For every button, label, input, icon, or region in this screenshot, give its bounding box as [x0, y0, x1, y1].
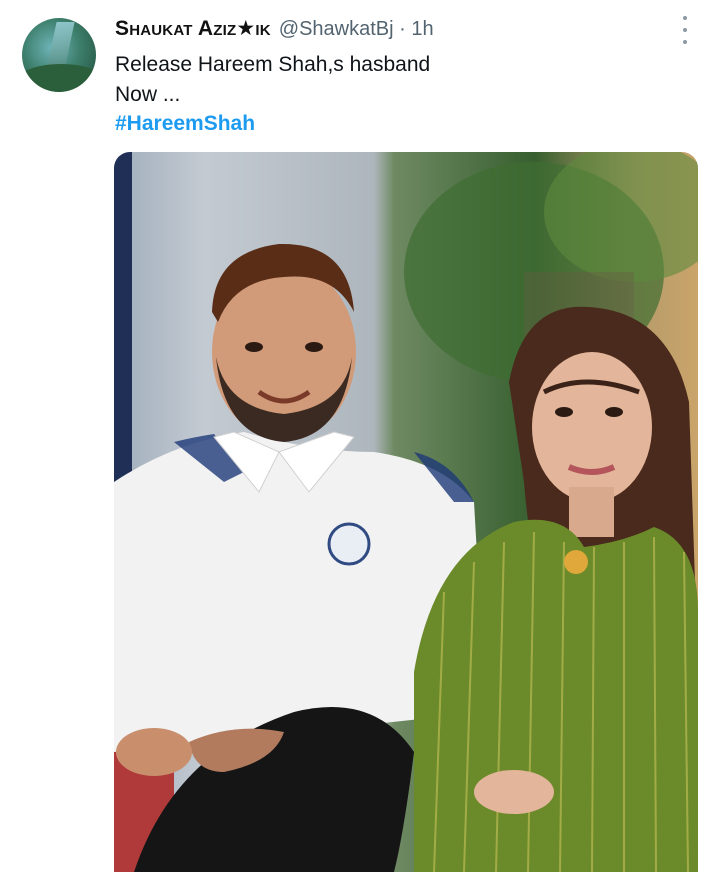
tweet-photo[interactable] — [114, 152, 698, 872]
author-name[interactable]: Shaukat Aziz★ik — [115, 16, 271, 41]
avatar[interactable] — [22, 18, 96, 92]
tweet-header: Shaukat Aziz★ik @ShawkatBj · 1h — [115, 16, 434, 44]
tweet-text-line: Release Hareem Shah,s hasband — [115, 53, 431, 76]
tweet-text: Release Hareem Shah,s hasband Now ... — [115, 50, 675, 110]
photo-illustration — [114, 152, 698, 872]
tweet[interactable]: Shaukat Aziz★ik @ShawkatBj · 1h Release … — [0, 0, 720, 872]
tweet-text-line: Now ... — [115, 83, 181, 106]
more-vertical-icon[interactable] — [678, 16, 692, 44]
author-handle-time[interactable]: @ShawkatBj · 1h — [279, 18, 434, 41]
hashtag-link[interactable]: #HareemShah — [115, 112, 255, 136]
